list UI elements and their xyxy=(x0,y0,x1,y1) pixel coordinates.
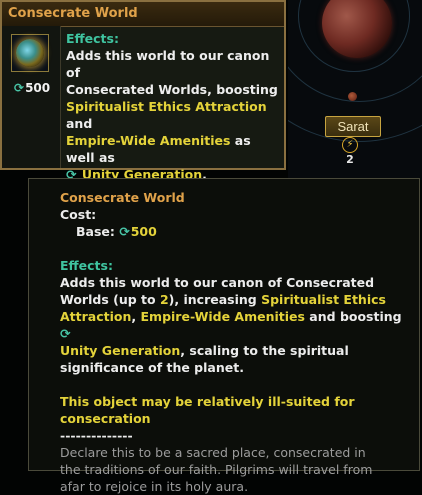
flavor-text: Declare this to be a sacred place, conse… xyxy=(60,445,373,494)
cost-value: ⟳500 xyxy=(14,81,51,95)
separator: -------------- xyxy=(60,428,133,443)
effects-description: Effects: Adds this world to our canon of… xyxy=(66,31,278,182)
effects-label: Effects: xyxy=(66,31,119,46)
unity-icon: ⟳ xyxy=(119,224,130,239)
suitability-warning: This object may be relatively ill-suited… xyxy=(60,394,355,426)
unity-icon: ⟳ xyxy=(60,326,71,341)
detail-title: Consecrate World xyxy=(60,190,185,205)
unity-icon: ⟳ xyxy=(14,81,25,95)
effects-label: Effects: xyxy=(60,258,113,273)
energy-icon: ⚡ xyxy=(342,137,358,153)
world-icon xyxy=(11,34,49,72)
tooltip-title: Consecrate World xyxy=(2,2,284,27)
effects-text: Adds this world to our canon of Consecra… xyxy=(60,275,402,375)
cost-label: Cost: xyxy=(60,207,97,222)
detail-tooltip: Consecrate World Cost: Base: ⟳500 Effect… xyxy=(28,178,420,494)
energy-count: 2 xyxy=(346,153,354,166)
base-cost-row: Base: ⟳500 xyxy=(76,224,157,239)
tooltip-icon-column: ⟳500 xyxy=(2,26,61,168)
decision-tooltip: Consecrate World ⟳500 Effects: Adds this… xyxy=(0,0,286,182)
moon[interactable] xyxy=(348,92,357,101)
planet-name-button[interactable]: Sarat xyxy=(325,116,381,137)
